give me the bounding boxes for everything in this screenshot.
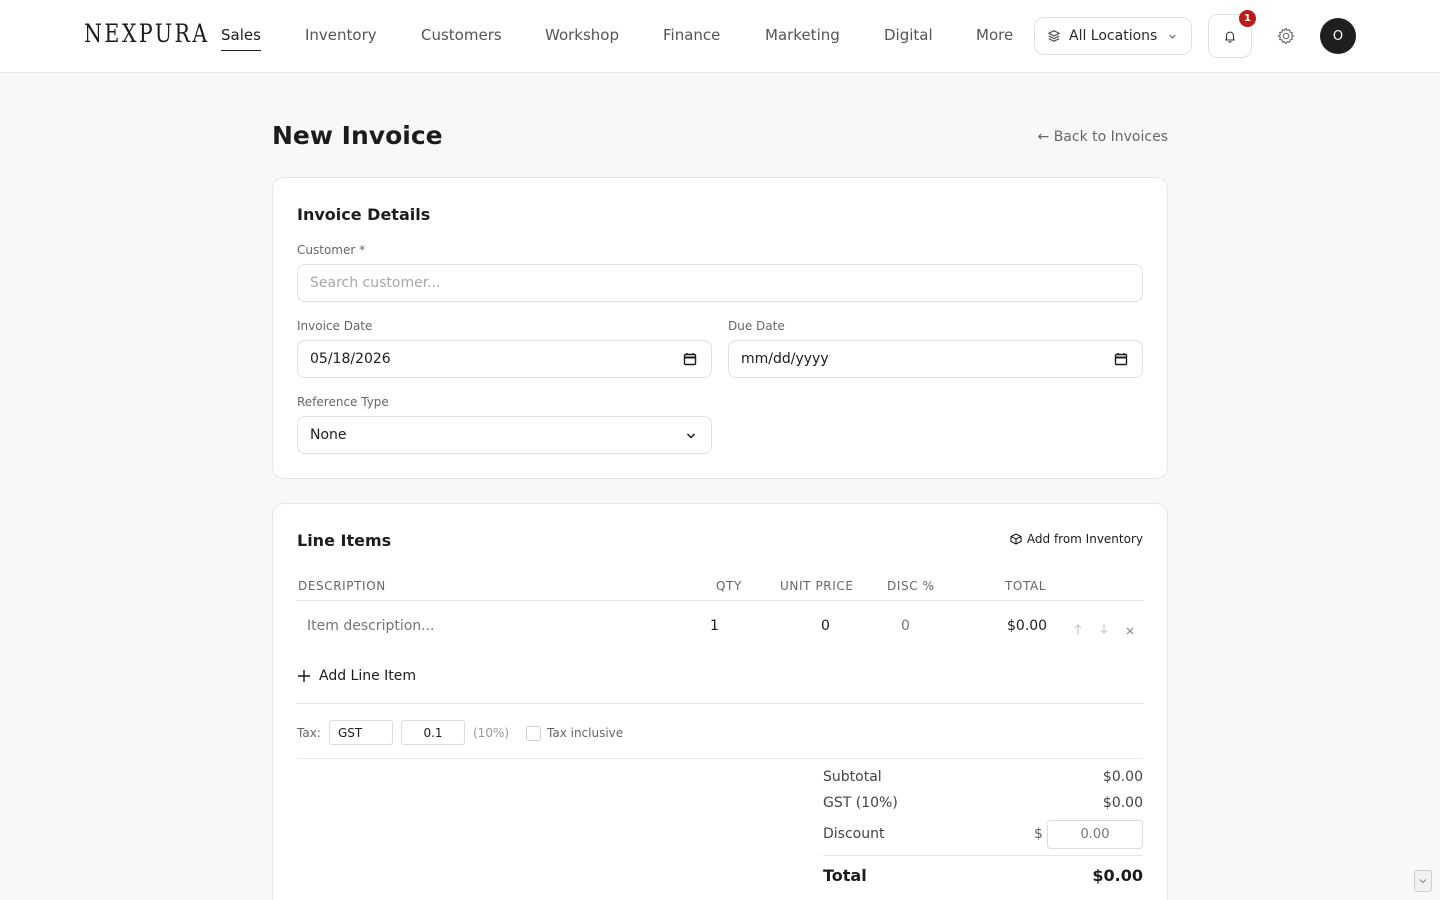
remove-row-icon[interactable] bbox=[1125, 621, 1135, 640]
add-line-item-button[interactable]: Add Line Item bbox=[297, 668, 416, 684]
tax-divider bbox=[297, 758, 1143, 759]
tax-inclusive-label: Tax inclusive bbox=[547, 726, 624, 740]
add-from-inventory-label: Add from Inventory bbox=[1026, 532, 1143, 546]
customer-label: Customer * bbox=[297, 243, 366, 257]
invoice-details-card: Invoice Details Customer * Invoice Date … bbox=[272, 177, 1168, 479]
arrow-down-icon[interactable] bbox=[1099, 620, 1109, 639]
nav-item-workshop[interactable]: Workshop bbox=[545, 26, 619, 44]
nav-item-sales[interactable]: Sales bbox=[221, 26, 261, 51]
invoice-details-title: Invoice Details bbox=[297, 205, 431, 224]
arrow-up-icon[interactable] bbox=[1073, 620, 1083, 639]
back-to-invoices-link[interactable]: ← Back to Invoices bbox=[1038, 129, 1168, 145]
column-header-total: TOTAL bbox=[1005, 579, 1047, 593]
notification-badge: 1 bbox=[1239, 10, 1256, 27]
nav-item-more[interactable]: More bbox=[976, 26, 1013, 44]
table-header-divider bbox=[297, 600, 1143, 601]
layers-icon bbox=[1047, 29, 1061, 43]
item-discount-input[interactable]: 0 bbox=[901, 618, 910, 634]
item-qty-input[interactable]: 1 bbox=[710, 618, 719, 634]
tax-rate-display: (10%) bbox=[473, 726, 510, 740]
item-description-field[interactable] bbox=[307, 618, 607, 634]
due-date-label: Due Date bbox=[728, 319, 785, 333]
chevron-down-icon bbox=[1167, 30, 1178, 46]
line-items-title: Line Items bbox=[297, 531, 392, 550]
total-value: $0.00 bbox=[1092, 866, 1143, 885]
customer-search-input[interactable] bbox=[310, 275, 1130, 291]
discount-field[interactable] bbox=[1047, 820, 1143, 849]
section-divider bbox=[297, 703, 1143, 704]
reference-type-label: Reference Type bbox=[297, 395, 389, 409]
discount-label: Discount bbox=[823, 826, 885, 842]
gear-icon[interactable] bbox=[1276, 26, 1296, 50]
total-label: Total bbox=[823, 866, 867, 885]
gst-value: $0.00 bbox=[1102, 795, 1143, 811]
reference-type-value: None bbox=[310, 427, 347, 443]
scroll-down-button[interactable] bbox=[1414, 870, 1432, 892]
tax-inclusive-checkbox[interactable] bbox=[526, 726, 541, 741]
tax-name-input[interactable]: GST bbox=[329, 720, 393, 745]
bell-icon bbox=[1223, 29, 1237, 44]
calendar-icon[interactable] bbox=[1114, 352, 1128, 370]
subtotal-value: $0.00 bbox=[1102, 769, 1143, 785]
line-items-card: Line Items Add from Inventory DESCRIPTIO… bbox=[272, 503, 1168, 900]
calendar-icon[interactable] bbox=[683, 352, 697, 370]
subtotal-label: Subtotal bbox=[823, 769, 882, 785]
totals-divider bbox=[823, 855, 1143, 856]
gst-label: GST (10%) bbox=[823, 795, 898, 811]
due-date-value: mm/dd/yyyy bbox=[741, 351, 829, 367]
nav-item-inventory[interactable]: Inventory bbox=[305, 26, 377, 44]
nav-item-customers[interactable]: Customers bbox=[421, 26, 502, 44]
discount-input[interactable] bbox=[1048, 827, 1142, 842]
column-header-qty: QTY bbox=[716, 579, 742, 593]
discount-currency: $ bbox=[1034, 826, 1043, 842]
brand-logo[interactable]: NEXPURA bbox=[84, 19, 210, 48]
invoice-date-value: 05/18/2026 bbox=[310, 351, 391, 367]
reference-type-select[interactable]: None bbox=[297, 416, 712, 454]
item-total: $0.00 bbox=[1007, 618, 1048, 634]
column-header-unit-price: UNIT PRICE bbox=[780, 579, 854, 593]
plus-icon bbox=[297, 669, 311, 683]
location-label: All Locations bbox=[1069, 28, 1158, 44]
invoice-date-field[interactable]: 05/18/2026 bbox=[297, 340, 712, 378]
box-icon bbox=[1010, 533, 1022, 545]
chevron-down-icon bbox=[685, 430, 697, 446]
add-line-item-label: Add Line Item bbox=[319, 668, 417, 684]
invoice-date-label: Invoice Date bbox=[297, 319, 373, 333]
column-header-description: DESCRIPTION bbox=[298, 579, 386, 593]
user-avatar[interactable]: O bbox=[1320, 18, 1356, 54]
location-selector[interactable]: All Locations bbox=[1034, 17, 1192, 55]
tax-rate-input[interactable]: 0.1 bbox=[401, 720, 465, 745]
page-title: New Invoice bbox=[272, 121, 443, 150]
column-header-disc: DISC % bbox=[887, 579, 935, 593]
top-nav: NEXPURA Sales Inventory Customers Worksh… bbox=[0, 0, 1440, 73]
tax-label: Tax: bbox=[297, 726, 321, 740]
nav-item-marketing[interactable]: Marketing bbox=[765, 26, 840, 44]
due-date-field[interactable]: mm/dd/yyyy bbox=[728, 340, 1143, 378]
nav-item-digital[interactable]: Digital bbox=[884, 26, 933, 44]
item-unit-price-input[interactable]: 0 bbox=[821, 618, 830, 634]
item-description-input[interactable] bbox=[307, 618, 607, 634]
add-from-inventory-button[interactable]: Add from Inventory bbox=[1010, 532, 1143, 546]
customer-search-field[interactable] bbox=[297, 264, 1143, 302]
nav-item-finance[interactable]: Finance bbox=[663, 26, 720, 44]
